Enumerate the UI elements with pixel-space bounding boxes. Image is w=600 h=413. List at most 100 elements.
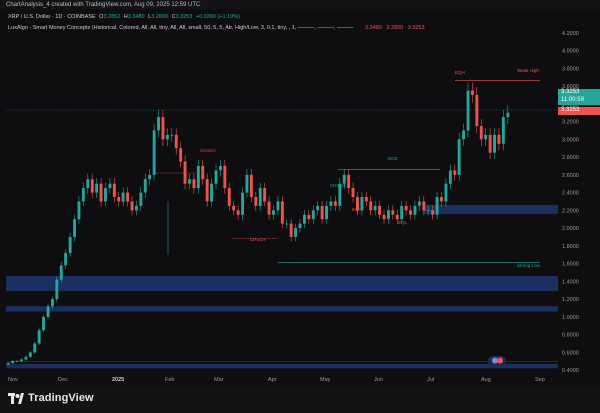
- candle-body: [232, 205, 236, 211]
- candle-body: [241, 192, 244, 215]
- candle-body: [417, 201, 421, 206]
- x-tick-label: Nov: [8, 377, 18, 383]
- page: ChartAnalysis_4 created with TradingView…: [0, 0, 600, 413]
- chart-panel[interactable]: XRP / U.S. Dollar · 1D · COINBASE O3.286…: [0, 9, 600, 385]
- candle-body: [77, 201, 81, 220]
- candle-body: [179, 148, 183, 162]
- candle-body: [59, 265, 63, 280]
- zone-demand: [6, 306, 558, 312]
- y-tick-label: 0.4000: [562, 368, 579, 374]
- time-axis: Nov Dec 2025 Feb Mar Apr May Jun Jul Aug Sep: [8, 377, 545, 383]
- candle-body: [33, 343, 37, 353]
- eqh-label: EQH: [352, 207, 362, 212]
- candle-body: [431, 210, 435, 215]
- candle-body: [81, 188, 85, 202]
- candle-body: [210, 183, 213, 202]
- y-tick-label: 2.8000: [562, 155, 579, 161]
- x-tick-label: Jun: [374, 377, 383, 383]
- x-tick-label: 2025: [112, 377, 124, 383]
- candle-body: [316, 205, 320, 211]
- x-tick-label: Jul: [427, 377, 434, 383]
- x-tick-label: May: [320, 377, 331, 383]
- alert-badge[interactable]: [488, 356, 506, 365]
- candle-body: [333, 201, 337, 206]
- candle-body: [285, 223, 289, 225]
- candle-body: [170, 134, 174, 136]
- candle-body: [462, 130, 465, 140]
- y-tick-label: 2.4000: [562, 191, 579, 197]
- eqh-label-top: EQH: [455, 70, 465, 75]
- candle-body: [95, 183, 99, 193]
- candle-body: [506, 112, 510, 118]
- candle-body: [130, 201, 134, 211]
- bos-label: BOS: [388, 156, 398, 161]
- candle-body: [174, 134, 178, 149]
- indicator-price-tag: 3.3253: [558, 107, 600, 115]
- candle-body: [258, 188, 262, 206]
- candle-body: [108, 183, 112, 189]
- candle-body: [378, 205, 381, 215]
- candle-body: [395, 214, 399, 220]
- candle-body: [157, 117, 160, 131]
- candle-body: [320, 205, 324, 220]
- candle-body: [276, 201, 280, 211]
- candle-body: [121, 192, 125, 202]
- weak-high-label: Weak High: [517, 68, 539, 73]
- candles-layer: [6, 82, 510, 366]
- countdown-text: 11:00:59: [561, 97, 584, 103]
- candle-body: [382, 214, 386, 220]
- y-tick-label: 3.0000: [562, 137, 579, 143]
- candle-body: [223, 165, 227, 189]
- price-axis: 0.4000 0.6000 0.8000 1.0000 1.2000 1.4000 1.60…: [558, 9, 600, 385]
- candle-body: [307, 214, 311, 220]
- candle-body: [236, 210, 240, 215]
- y-tick-label: 0.8000: [562, 333, 579, 339]
- candle-body: [471, 90, 474, 95]
- candle-body: [263, 188, 267, 202]
- candle-body: [214, 170, 218, 184]
- candle-body: [254, 197, 258, 206]
- y-tick-label: 1.2000: [562, 297, 579, 303]
- candle-body: [387, 210, 390, 220]
- candle-body: [501, 117, 505, 144]
- candle-body: [55, 279, 59, 300]
- y-tick-label: 1.4000: [562, 279, 579, 285]
- y-tick-label: 3.2000: [562, 120, 579, 126]
- countdown-tag: 11:00:59: [558, 97, 600, 105]
- candle-body: [347, 174, 351, 189]
- y-tick-label: 0.6000: [562, 350, 579, 356]
- candle-body: [42, 316, 45, 331]
- annotations-layer: BOS Weak High Strong Low CHoCH CHoCH CHo…: [200, 68, 541, 268]
- candle-body: [289, 223, 293, 237]
- price-chart[interactable]: 0.4000 0.6000 0.8000 1.0000 1.2000 1.4000 1.60…: [0, 9, 600, 385]
- candle-body: [219, 165, 222, 171]
- zone-demand: [6, 363, 558, 369]
- candle-body: [112, 183, 116, 197]
- candle-body: [391, 210, 395, 215]
- candle-body: [298, 223, 302, 228]
- candle-body: [28, 352, 32, 357]
- x-tick-label: Dec: [58, 377, 68, 383]
- candle-body: [249, 174, 253, 197]
- candle-body: [15, 361, 19, 362]
- candle-body: [20, 359, 23, 362]
- tradingview-logo[interactable]: TradingView: [8, 392, 94, 404]
- candle-body: [117, 197, 121, 202]
- candle-body: [183, 161, 187, 184]
- candle-body: [139, 192, 143, 206]
- choch-label-2: CHoCH: [200, 148, 216, 153]
- candle-body: [148, 174, 152, 180]
- candle-body: [435, 197, 439, 215]
- candle-body: [272, 210, 275, 215]
- candle-body: [303, 214, 306, 224]
- strong-low-label: Strong Low: [517, 263, 541, 268]
- candle-body: [73, 219, 76, 237]
- candle-body: [466, 90, 470, 131]
- candle-body: [457, 139, 461, 175]
- candle-body: [152, 130, 156, 175]
- choch-label: CHoCH: [250, 237, 266, 242]
- levels-layer: [6, 80, 558, 263]
- candle-body: [46, 306, 50, 317]
- choch-label-3: CHoCH: [330, 183, 346, 188]
- candle-body: [488, 134, 492, 153]
